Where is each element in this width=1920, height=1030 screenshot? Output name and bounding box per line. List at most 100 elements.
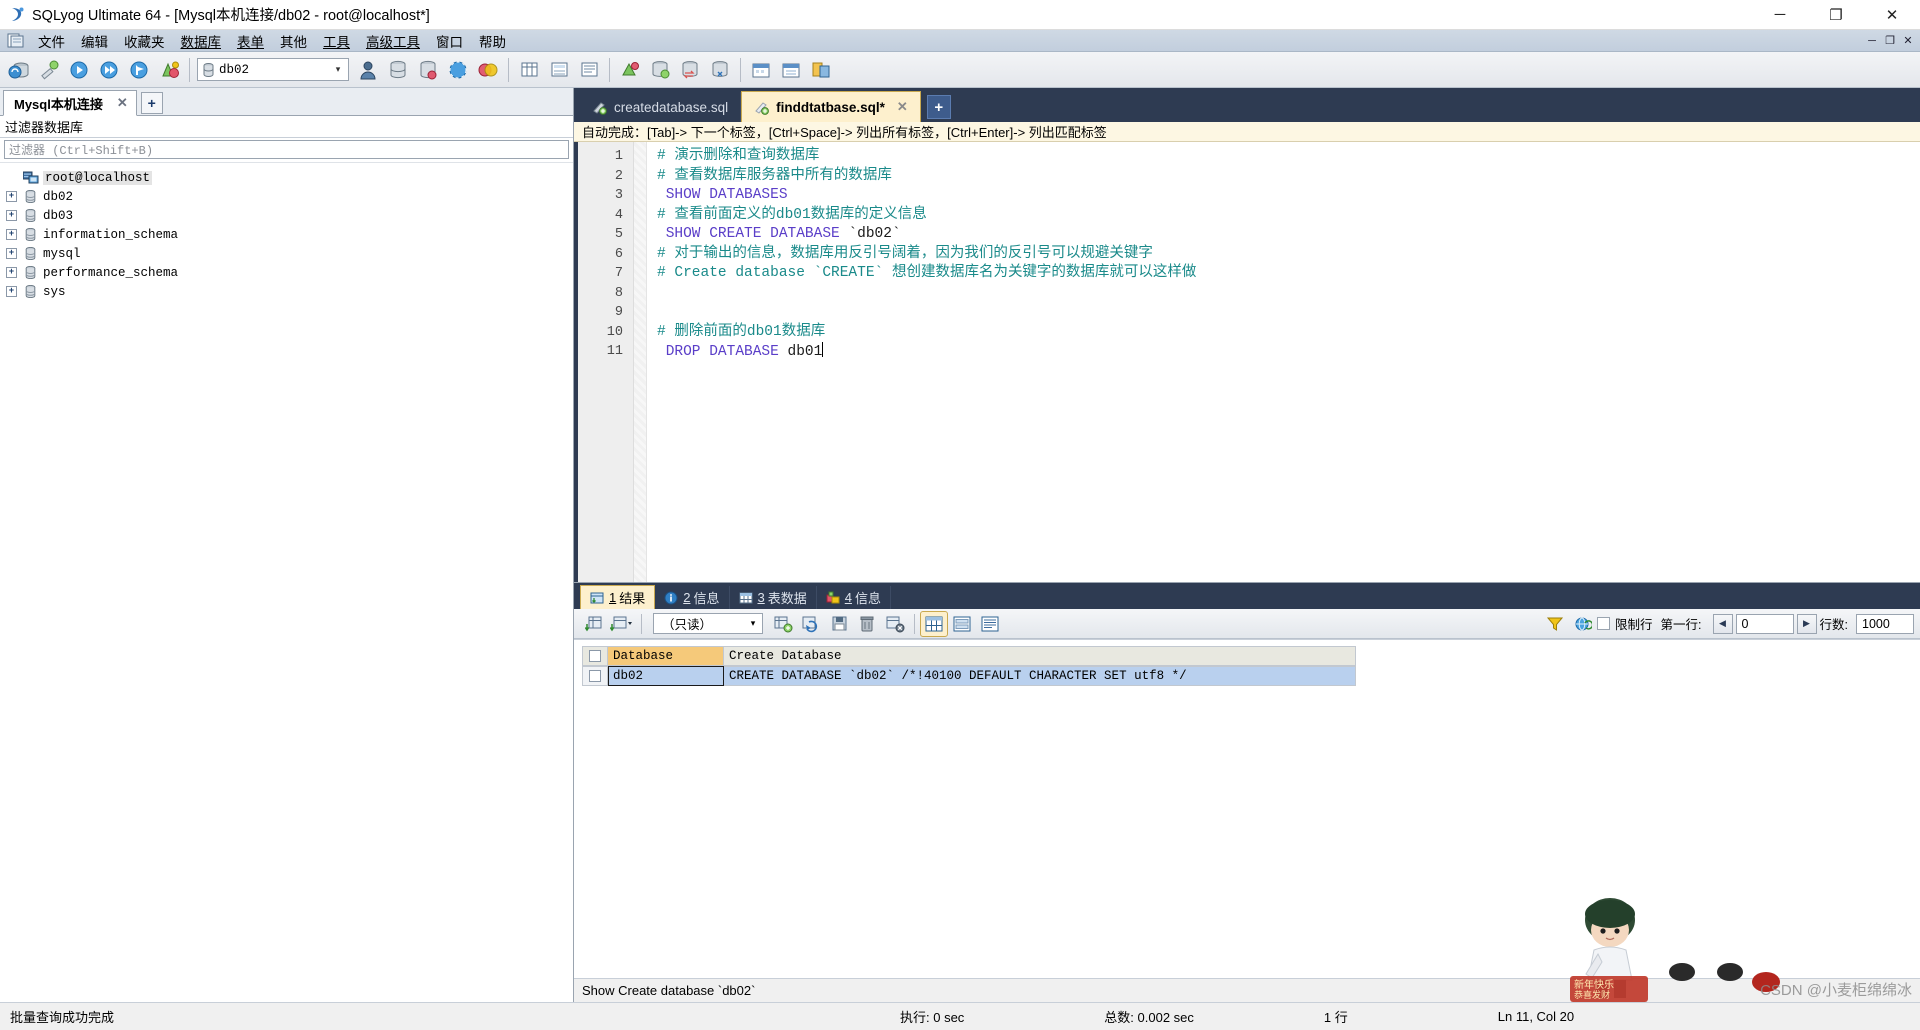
- sync-button[interactable]: [676, 55, 704, 85]
- query-builder-button[interactable]: [646, 55, 674, 85]
- expander-icon[interactable]: +: [6, 267, 17, 278]
- cell-database[interactable]: db02: [608, 666, 724, 686]
- editor-tab-createdatabase[interactable]: createdatabase.sql: [580, 92, 742, 122]
- copy-button[interactable]: [706, 55, 734, 85]
- restore-button[interactable]: [414, 55, 442, 85]
- editor-tab-label: createdatabase.sql: [614, 99, 729, 115]
- column-header-create-database[interactable]: Create Database: [724, 646, 1356, 666]
- limit-rows-checkbox[interactable]: [1597, 617, 1611, 630]
- close-icon[interactable]: ✕: [897, 99, 908, 115]
- scheduler-button[interactable]: [747, 55, 775, 85]
- grid-next-icon[interactable]: [581, 612, 607, 636]
- toolbar-separator-2: [508, 57, 509, 82]
- menu-item-advanced-tools[interactable]: 高级工具: [358, 29, 428, 53]
- editor-tab-finddtatbase[interactable]: finddtatbase.sql* ✕: [741, 91, 921, 122]
- new-connection-button[interactable]: [5, 55, 33, 85]
- close-icon[interactable]: ✕: [117, 95, 128, 111]
- menu-item-window[interactable]: 窗口: [428, 29, 471, 53]
- menu-item-file[interactable]: 文件: [30, 29, 73, 53]
- add-connection-tab-button[interactable]: +: [140, 92, 163, 114]
- chevron-down-icon[interactable]: ▾: [328, 59, 348, 80]
- tree-node-information-schema[interactable]: + information_schema: [0, 225, 573, 244]
- expander-icon[interactable]: +: [6, 248, 17, 259]
- database-selector[interactable]: db02 ▾: [197, 58, 349, 81]
- line-number: 1: [614, 149, 623, 164]
- menu-item-tools[interactable]: 工具: [315, 29, 358, 53]
- menu-item-database[interactable]: 数据库: [173, 29, 230, 53]
- chevron-down-icon[interactable]: ▾: [744, 618, 762, 629]
- menu-item-form[interactable]: 表单: [229, 29, 272, 53]
- code-area[interactable]: # 演示删除和查询数据库 # 查看数据库服务器中所有的数据库 SHOW DATA…: [647, 142, 1920, 582]
- globe-refresh-icon[interactable]: [1570, 612, 1596, 636]
- select-all-checkbox-cell[interactable]: [582, 646, 608, 666]
- menu-item-others[interactable]: 其他: [272, 29, 315, 53]
- menu-item-edit[interactable]: 编辑: [73, 29, 116, 53]
- grid-mode-selector[interactable]: （只读） ▾: [653, 613, 763, 634]
- cell-create-database[interactable]: CREATE DATABASE `db02` /*!40100 DEFAULT …: [724, 666, 1356, 686]
- stop-query-button[interactable]: [125, 55, 153, 85]
- expander-icon[interactable]: +: [6, 229, 17, 240]
- expander-icon[interactable]: +: [6, 191, 17, 202]
- checkbox[interactable]: [589, 650, 601, 662]
- refresh-data-button[interactable]: [798, 612, 824, 636]
- checkbox[interactable]: [589, 670, 601, 682]
- column-header-database[interactable]: Database: [608, 646, 724, 666]
- tree-node-db03[interactable]: + db03: [0, 206, 573, 225]
- open-file-button[interactable]: [777, 55, 805, 85]
- save-file-button[interactable]: [807, 55, 835, 85]
- rows-count-input[interactable]: 1000: [1856, 613, 1914, 634]
- menu-item-help[interactable]: 帮助: [471, 29, 514, 53]
- user-manager-button[interactable]: [354, 55, 382, 85]
- funnel-icon[interactable]: [1542, 612, 1568, 636]
- form-view-button[interactable]: [545, 55, 573, 85]
- grid-toolbar-right: 限制行 第一行: ◀ 0 ▶ 行数: 1000: [1541, 612, 1914, 636]
- connection-tab[interactable]: Mysql本机连接 ✕: [3, 90, 137, 116]
- results-tab-info[interactable]: 2 信息: [655, 586, 730, 609]
- results-grid[interactable]: Database Create Database db02 CREATE DAT…: [574, 639, 1920, 978]
- trash-icon[interactable]: [854, 612, 880, 636]
- grid-dropdown-icon[interactable]: [609, 612, 635, 636]
- execute-query-button[interactable]: [65, 55, 93, 85]
- table-row[interactable]: db02 CREATE DATABASE `db02` /*!40100 DEF…: [582, 666, 1920, 686]
- sql-editor[interactable]: 1 2 3 4 5 6 7 8 9 10 11 # 演示删除和查询数据库 # 查…: [574, 142, 1920, 582]
- text-view-button[interactable]: [575, 55, 603, 85]
- filter-input[interactable]: 过滤器 (Ctrl+Shift+B): [4, 140, 569, 159]
- execute-all-queries-button[interactable]: [95, 55, 123, 85]
- tree-node-sys[interactable]: + sys: [0, 282, 573, 301]
- save-changes-button[interactable]: [826, 612, 852, 636]
- export-button[interactable]: [474, 55, 502, 85]
- grid-view-toggle[interactable]: [920, 610, 948, 637]
- backup-button[interactable]: [384, 55, 412, 85]
- import-button[interactable]: [444, 55, 472, 85]
- expander-icon[interactable]: +: [6, 286, 17, 297]
- grid-view-button[interactable]: [515, 55, 543, 85]
- new-table-button[interactable]: [155, 55, 183, 85]
- close-button[interactable]: ✕: [1864, 0, 1920, 30]
- refresh-object-browser-button[interactable]: [35, 55, 63, 85]
- tree-node-root[interactable]: root@localhost: [0, 168, 573, 187]
- expander-icon[interactable]: +: [6, 210, 17, 221]
- grid-cancel-icon[interactable]: [882, 612, 908, 636]
- tree-node-performance-schema[interactable]: + performance_schema: [0, 263, 573, 282]
- results-tab-result[interactable]: 1 结果: [580, 585, 656, 609]
- tree-node-db02[interactable]: + db02: [0, 187, 573, 206]
- form-view-toggle[interactable]: [949, 612, 975, 636]
- insert-row-button[interactable]: [770, 612, 796, 636]
- prev-page-button[interactable]: ◀: [1712, 613, 1733, 634]
- add-editor-tab-button[interactable]: +: [926, 95, 951, 119]
- first-row-input[interactable]: 0: [1735, 613, 1794, 634]
- minimize-button[interactable]: ─: [1752, 0, 1808, 30]
- results-tab-table-data[interactable]: 3 表数据: [730, 586, 817, 609]
- results-tab-objects[interactable]: 4 信息: [817, 586, 891, 609]
- row-checkbox-cell[interactable]: [582, 666, 608, 686]
- next-page-button[interactable]: ▶: [1796, 613, 1817, 634]
- mdi-minimize-button[interactable]: ─: [1864, 33, 1880, 49]
- mdi-close-button[interactable]: ✕: [1900, 33, 1916, 49]
- tree-node-mysql[interactable]: + mysql: [0, 244, 573, 263]
- text-view-toggle[interactable]: [977, 612, 1003, 636]
- schema-designer-button[interactable]: [616, 55, 644, 85]
- maximize-button[interactable]: ❐: [1808, 0, 1864, 30]
- mdi-restore-button[interactable]: ❐: [1882, 33, 1898, 49]
- menu-item-favorites[interactable]: 收藏夹: [116, 29, 173, 53]
